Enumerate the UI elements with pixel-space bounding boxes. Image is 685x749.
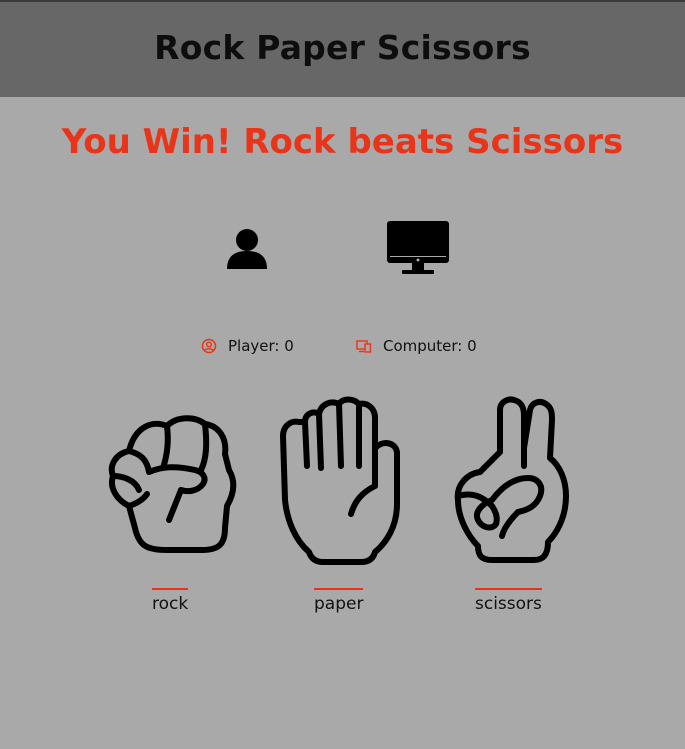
desktop-computer-icon [386, 220, 450, 276]
peace-hand-icon [454, 396, 569, 563]
player-score-label: Player: 0 [228, 337, 294, 355]
choice-label-paper[interactable]: paper [314, 588, 364, 614]
choice-label-scissors[interactable]: scissors [475, 588, 542, 614]
computer-score-label: Computer: 0 [383, 337, 477, 355]
computer-score: Computer: 0 [356, 337, 477, 355]
fist-icon [108, 415, 237, 553]
scoreboard: Player: 0 Computer: 0 [0, 337, 685, 359]
user-icon [224, 225, 270, 271]
user-circle-icon [201, 338, 217, 354]
open-hand-icon [280, 396, 400, 565]
result-message: You Win! Rock beats Scissors [61, 122, 624, 162]
choice-label-rock[interactable]: rock [152, 588, 189, 614]
app-title: Rock Paper Scissors [154, 28, 531, 67]
app-header: Rock Paper Scissors [0, 0, 685, 97]
paper-button[interactable] [279, 396, 403, 566]
rock-button[interactable] [107, 396, 237, 556]
player-score: Player: 0 [201, 337, 294, 355]
scissors-button[interactable] [452, 396, 572, 566]
devices-icon [356, 340, 372, 353]
